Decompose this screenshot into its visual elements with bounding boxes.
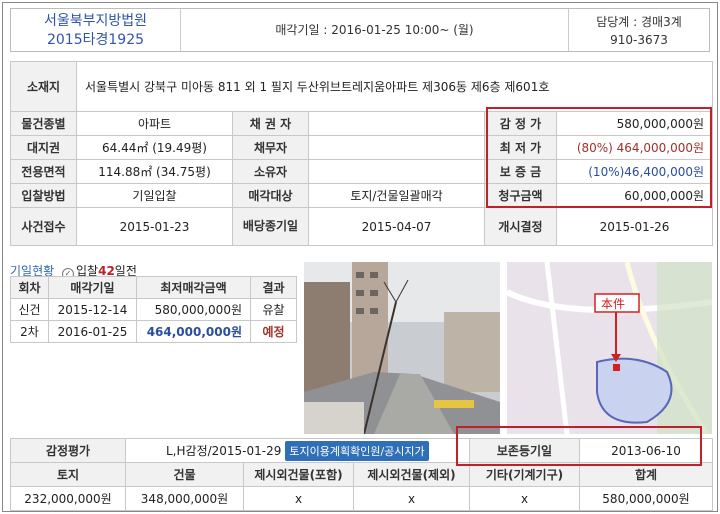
round-cell: 신건: [10, 298, 49, 321]
map-label: 本件: [601, 297, 625, 311]
dept-phone: 910-3673: [610, 33, 668, 47]
owner-label: 소유자: [232, 159, 309, 184]
area-value: 114.88㎡ (34.75평): [76, 159, 233, 184]
dividend-deadline-label: 배당종기일: [232, 207, 309, 246]
history-header: 회차: [10, 276, 49, 299]
appraisal-value: L,H감정/2015-01-29: [166, 443, 282, 458]
property-photo[interactable]: [304, 262, 500, 434]
extra-excl-value: x: [353, 486, 470, 511]
court-name[interactable]: 서울북부지방법원: [11, 12, 180, 31]
land-plan-button[interactable]: 토지이용계획확인원/공시지가: [285, 440, 429, 461]
building-value: 348,000,000원: [125, 486, 244, 511]
land-right-value: 64.44㎡ (19.49평): [76, 135, 233, 160]
other-value: x: [469, 486, 580, 511]
address-label: 소재지: [10, 61, 77, 112]
address-value: 서울특별시 강북구 미아동 811 외 1 필지 두산위브트레지움아파트 제30…: [75, 61, 714, 112]
date-cell: 2016-01-25: [48, 320, 137, 343]
location-map[interactable]: 本件: [507, 262, 712, 434]
sale-target-value: 토지/건물일괄매각: [308, 183, 485, 208]
land-value: 232,000,000원: [10, 486, 126, 511]
extra-incl-value: x: [243, 486, 354, 511]
registration-highlight-box: [456, 426, 702, 466]
total-value: 580,000,000원: [579, 486, 713, 511]
case-header: 서울북부지방법원 2015타경1925 매각기일 : 2016-01-25 10…: [10, 8, 710, 52]
table-row: 신건 2015-12-14 580,000,000원 유찰: [10, 298, 297, 321]
creditor-value: [308, 111, 485, 136]
sale-target-label: 매각대상: [232, 183, 309, 208]
price-cell: 464,000,000원: [136, 320, 251, 343]
debtor-value: [308, 135, 485, 160]
dept-block: 담당계 : 경매3계 910-3673: [569, 9, 709, 51]
table-row: 2차 2016-01-25 464,000,000원 예정: [10, 320, 297, 343]
debtor-label: 채무자: [232, 135, 309, 160]
dept-name: 담당계 : 경매3계: [596, 15, 682, 29]
history-header: 결과: [250, 276, 297, 299]
breakdown-header: 합계: [579, 462, 713, 487]
result-cell: 예정: [250, 320, 297, 343]
breakdown-header: 토지: [10, 462, 126, 487]
appraisal-value-cell: L,H감정/2015-01-29 토지이용계획확인원/공시지가: [125, 438, 470, 463]
type-value: 아파트: [76, 111, 233, 136]
breakdown-header: 제시외건물(제외): [353, 462, 470, 487]
breakdown-header: 기타(기계기구): [469, 462, 580, 487]
case-number[interactable]: 2015타경1925: [11, 31, 180, 50]
price-cell: 580,000,000원: [136, 298, 251, 321]
area-label: 전용면적: [10, 159, 77, 184]
price-highlight-box: [486, 107, 712, 208]
case-received-value: 2015-01-23: [76, 207, 233, 246]
bid-method-label: 입찰방법: [10, 183, 77, 208]
land-right-label: 대지권: [10, 135, 77, 160]
dividend-deadline-value: 2015-04-07: [308, 207, 485, 246]
court-block: 서울북부지방법원 2015타경1925: [11, 9, 181, 51]
bid-method-value: 기일입찰: [76, 183, 233, 208]
commence-label: 개시결정: [484, 207, 557, 246]
breakdown-header: 제시외건물(포함): [243, 462, 354, 487]
history-header: 최저매각금액: [136, 276, 251, 299]
commence-value: 2015-01-26: [555, 207, 714, 246]
sale-date: 매각기일 : 2016-01-25 10:00~ (월): [181, 9, 569, 51]
round-cell: 2차: [10, 320, 49, 343]
history-header: 매각기일: [48, 276, 137, 299]
case-received-label: 사건접수: [10, 207, 77, 246]
breakdown-header: 건물: [125, 462, 244, 487]
date-cell: 2015-12-14: [48, 298, 137, 321]
appraisal-label: 감정평가: [10, 438, 126, 463]
history-table: 회차 매각기일 최저매각금액 결과 신건 2015-12-14 580,000,…: [10, 276, 297, 343]
result-cell: 유찰: [250, 298, 297, 321]
type-label: 물건종별: [10, 111, 77, 136]
creditor-label: 채 권 자: [232, 111, 309, 136]
owner-value: [308, 159, 485, 184]
